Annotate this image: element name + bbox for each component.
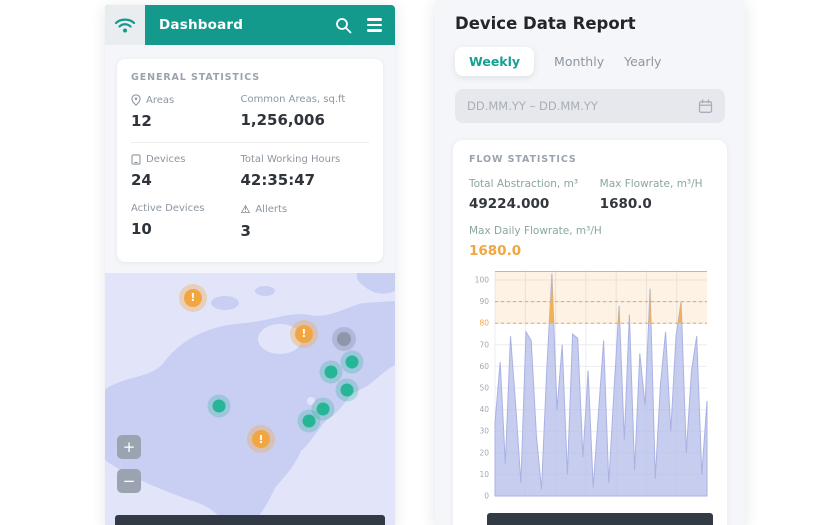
pin-icon <box>131 94 141 106</box>
y-axis-tick-label: 30 <box>479 427 489 436</box>
y-axis-tick-label: 50 <box>479 384 489 393</box>
period-tabs: Weekly Monthly Yearly <box>455 47 745 76</box>
y-axis-tick-label: 0 <box>484 492 489 501</box>
y-axis-tick-label: 90 <box>479 297 489 306</box>
map-device-marker[interactable] <box>212 399 226 413</box>
report-panel: Device Data Report Weekly Monthly Yearly… <box>435 0 745 525</box>
stat-value: 49224.000 <box>469 196 550 212</box>
tab-monthly[interactable]: Monthly <box>554 54 604 69</box>
general-statistics-card: GENERAL STATISTICS Areas 12 Common Areas… <box>117 59 383 262</box>
dashboard-panel: Dashboard GENERAL STATISTICS Areas 12 Co… <box>105 5 395 525</box>
stat-label: Devices <box>146 154 186 165</box>
stat-label: Max Flowrate, m³/H <box>599 178 703 190</box>
stat-label: Areas <box>146 94 175 106</box>
y-axis-tick-label: 40 <box>479 405 489 414</box>
stat-common-areas: Common Areas, sq.ft 1,256,006 <box>240 94 369 130</box>
stat-label: Total Abstraction, m³ <box>469 178 579 190</box>
y-axis-tick-label: 70 <box>479 340 489 349</box>
section-title: GENERAL STATISTICS <box>131 72 261 83</box>
stat-devices: Devices 24 <box>131 154 240 189</box>
zoom-out-button[interactable]: − <box>117 469 141 493</box>
tab-yearly[interactable]: Yearly <box>624 54 661 69</box>
bottom-bar <box>115 515 385 525</box>
zoom-in-button[interactable]: + <box>117 435 141 459</box>
map-device-marker[interactable] <box>340 383 354 397</box>
stat-row: Areas 12 Common Areas, sq.ft 1,256,006 <box>131 83 369 143</box>
map-device-marker[interactable] <box>324 365 338 379</box>
flow-chart: 0 10 20 30 40 50 60 70 80 90 100 <box>469 270 711 511</box>
stat-label: Total Working Hours <box>240 154 341 165</box>
stat-value: 1,256,006 <box>240 111 325 129</box>
map-alert-marker[interactable]: ! <box>294 324 313 343</box>
wifi-logo-icon <box>114 18 136 33</box>
section-title: FLOW STATISTICS <box>469 154 577 165</box>
map-landmass <box>105 273 395 525</box>
y-axis-tick-label: 100 <box>475 276 490 285</box>
stat-value: 1680.0 <box>599 196 652 212</box>
app-logo[interactable] <box>105 5 145 45</box>
report-title: Device Data Report <box>455 14 636 33</box>
date-range-input[interactable]: DD.MM.YY – DD.MM.YY <box>455 89 725 123</box>
stat-row: Active Devices 10 ⚠ Allerts 3 <box>131 201 369 252</box>
y-axis-tick-label: 20 <box>479 448 489 457</box>
device-icon <box>131 154 141 165</box>
stat-areas: Areas 12 <box>131 94 240 130</box>
flow-area-chart: 0 10 20 30 40 50 60 70 80 90 100 <box>475 270 708 501</box>
stat-label: Active Devices <box>131 203 205 214</box>
date-range-placeholder: DD.MM.YY – DD.MM.YY <box>467 99 598 113</box>
stat-value: 1680.0 <box>469 243 522 259</box>
stat-row: Devices 24 Total Working Hours 42:35:47 <box>131 143 369 201</box>
tab-weekly[interactable]: Weekly <box>455 47 535 76</box>
stat-active-devices: Active Devices 10 <box>131 203 240 240</box>
page-title: Dashboard <box>159 17 244 33</box>
bottom-bar <box>487 513 713 525</box>
flow-stats-row: Total Abstraction, m³ 49224.000 Max Flow… <box>469 178 711 212</box>
menu-icon[interactable] <box>367 18 382 32</box>
map-alert-marker[interactable]: ! <box>183 288 202 307</box>
stat-label: Allerts <box>255 204 288 215</box>
stat-value: 3 <box>240 222 251 240</box>
y-axis-tick-label: 60 <box>479 362 489 371</box>
map-device-marker[interactable] <box>316 402 330 416</box>
stat-value: 10 <box>131 220 152 238</box>
stat-value: 24 <box>131 171 152 189</box>
stat-label: Max Daily Flowrate, m³/H <box>469 225 602 237</box>
map-alert-marker[interactable]: ! <box>252 430 271 449</box>
stat-value: 42:35:47 <box>240 171 316 189</box>
map-device-marker[interactable] <box>336 332 351 347</box>
alert-band <box>495 271 707 324</box>
calendar-icon[interactable] <box>698 98 713 114</box>
stat-value: 12 <box>131 112 152 130</box>
map-device-marker[interactable] <box>345 355 359 369</box>
stat-alerts: ⚠ Allerts 3 <box>240 203 369 240</box>
map-device-marker[interactable] <box>302 414 316 428</box>
y-axis-tick-label: 80 <box>479 319 489 328</box>
search-icon[interactable] <box>335 17 352 34</box>
stat-max-daily-flowrate: Max Daily Flowrate, m³/H 1680.0 <box>469 225 711 259</box>
stat-total-abstraction: Total Abstraction, m³ 49224.000 <box>469 178 600 212</box>
flow-statistics-card: FLOW STATISTICS Total Abstraction, m³ 49… <box>453 140 727 525</box>
stat-working-hours: Total Working Hours 42:35:47 <box>240 154 369 189</box>
warning-icon: ⚠ <box>240 203 251 216</box>
screenshot-root: Dashboard GENERAL STATISTICS Areas 12 Co… <box>0 0 825 525</box>
stat-label: Common Areas, sq.ft <box>240 94 346 105</box>
stat-max-flowrate: Max Flowrate, m³/H 1680.0 <box>600 178 711 212</box>
dashboard-header: Dashboard <box>105 5 395 45</box>
y-axis-tick-label: 10 <box>479 470 489 479</box>
map[interactable]: + − !!! <box>105 273 395 525</box>
